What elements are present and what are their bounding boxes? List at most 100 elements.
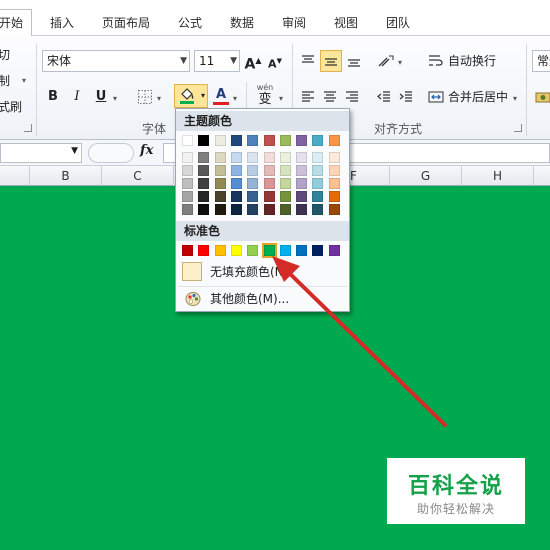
theme-color-swatch[interactable]: [296, 152, 308, 163]
standard-color-swatch[interactable]: [214, 245, 226, 256]
orientation-button[interactable]: [374, 50, 398, 72]
theme-color-swatch[interactable]: [182, 178, 193, 189]
bold-button[interactable]: B: [44, 86, 62, 108]
theme-color-swatch[interactable]: [263, 178, 275, 189]
fill-color-button[interactable]: ▾: [174, 84, 208, 108]
formula-bar-toggle[interactable]: [88, 143, 134, 163]
theme-color-swatch[interactable]: [263, 152, 275, 163]
theme-color-swatch[interactable]: [214, 178, 226, 189]
wrap-text-button[interactable]: 自动换行: [426, 50, 502, 72]
standard-color-swatch[interactable]: [279, 245, 291, 256]
theme-color-swatch[interactable]: [182, 135, 193, 146]
column-header-b[interactable]: B: [30, 166, 102, 186]
cut-button[interactable]: 剪切: [0, 46, 10, 63]
theme-color-swatch[interactable]: [279, 178, 291, 189]
tab-view[interactable]: 视图: [334, 12, 358, 34]
standard-color-swatch[interactable]: [296, 245, 308, 256]
orientation-dropdown-icon[interactable]: ▾: [398, 58, 402, 67]
theme-color-swatch[interactable]: [182, 204, 193, 215]
theme-color-swatch[interactable]: [296, 135, 308, 146]
theme-color-swatch[interactable]: [296, 165, 308, 176]
merge-dropdown-icon[interactable]: ▾: [513, 94, 517, 103]
standard-color-swatch[interactable]: [230, 245, 242, 256]
tab-page-layout[interactable]: 页面布局: [102, 12, 150, 34]
theme-color-swatch[interactable]: [182, 191, 193, 202]
name-box[interactable]: ▼: [0, 143, 82, 163]
theme-color-swatch[interactable]: [247, 165, 259, 176]
font-color-dropdown-icon[interactable]: ▾: [233, 94, 237, 103]
column-header-f[interactable]: F: [350, 166, 390, 186]
theme-color-swatch[interactable]: [279, 191, 291, 202]
standard-color-swatch[interactable]: [328, 245, 340, 256]
theme-color-swatch[interactable]: [263, 135, 275, 146]
tab-formulas[interactable]: 公式: [178, 12, 202, 34]
theme-color-swatch[interactable]: [198, 135, 210, 146]
phonetic-guide-button[interactable]: wén 变: [252, 82, 278, 110]
borders-button[interactable]: [134, 86, 156, 108]
standard-color-swatch[interactable]: [182, 245, 193, 256]
tab-home[interactable]: 开始: [0, 9, 32, 37]
column-header-g[interactable]: G: [390, 166, 462, 186]
underline-dropdown-icon[interactable]: ▾: [113, 94, 117, 103]
phonetic-dropdown-icon[interactable]: ▾: [279, 94, 283, 103]
align-bottom-button[interactable]: [344, 50, 364, 72]
align-right-button[interactable]: [342, 86, 362, 108]
no-fill-menu-item[interactable]: 无填充颜色(N): [178, 260, 347, 284]
copy-button[interactable]: 复制: [0, 72, 10, 89]
underline-button[interactable]: U: [92, 86, 110, 108]
copy-dropdown-icon[interactable]: ▾: [22, 76, 26, 85]
theme-color-swatch[interactable]: [312, 165, 324, 176]
theme-color-swatch[interactable]: [328, 165, 340, 176]
theme-color-swatch[interactable]: [182, 165, 193, 176]
theme-color-swatch[interactable]: [328, 204, 340, 215]
tab-data[interactable]: 数据: [230, 12, 254, 34]
standard-color-swatch[interactable]: [247, 245, 259, 256]
theme-color-swatch[interactable]: [247, 204, 259, 215]
column-header-c[interactable]: C: [102, 166, 174, 186]
theme-color-swatch[interactable]: [247, 135, 259, 146]
theme-color-swatch[interactable]: [328, 135, 340, 146]
align-left-button[interactable]: [298, 86, 318, 108]
insert-function-button[interactable]: fx: [140, 143, 153, 158]
fill-color-dropdown-icon[interactable]: ▾: [201, 85, 205, 107]
theme-color-swatch[interactable]: [296, 204, 308, 215]
font-color-button[interactable]: A: [212, 84, 230, 106]
merge-center-button[interactable]: 合并后居中: [426, 86, 522, 108]
theme-color-swatch[interactable]: [230, 204, 242, 215]
number-format-select[interactable]: 常规: [532, 50, 550, 72]
italic-button[interactable]: I: [68, 86, 86, 108]
borders-dropdown-icon[interactable]: ▾: [157, 94, 161, 103]
theme-color-swatch[interactable]: [182, 152, 193, 163]
theme-color-swatch[interactable]: [263, 165, 275, 176]
theme-color-swatch[interactable]: [230, 178, 242, 189]
theme-color-swatch[interactable]: [296, 178, 308, 189]
theme-color-swatch[interactable]: [214, 165, 226, 176]
currency-button[interactable]: [534, 86, 550, 108]
tab-insert[interactable]: 插入: [50, 12, 74, 34]
theme-color-swatch[interactable]: [214, 191, 226, 202]
theme-color-swatch[interactable]: [263, 204, 275, 215]
theme-color-swatch[interactable]: [230, 152, 242, 163]
standard-color-swatch[interactable]: [198, 245, 210, 256]
theme-color-swatch[interactable]: [279, 165, 291, 176]
standard-color-swatch-selected[interactable]: [261, 243, 277, 258]
alignment-launcher-icon[interactable]: [514, 124, 522, 132]
increase-indent-button[interactable]: [396, 86, 416, 108]
tab-team[interactable]: 团队: [386, 12, 410, 34]
theme-color-swatch[interactable]: [247, 152, 259, 163]
column-header-h[interactable]: H: [462, 166, 534, 186]
theme-color-swatch[interactable]: [198, 191, 210, 202]
theme-color-swatch[interactable]: [312, 178, 324, 189]
theme-color-swatch[interactable]: [230, 191, 242, 202]
theme-color-swatch[interactable]: [198, 165, 210, 176]
theme-color-swatch[interactable]: [279, 152, 291, 163]
theme-color-swatch[interactable]: [296, 191, 308, 202]
column-header-a[interactable]: [0, 166, 30, 186]
shrink-font-button[interactable]: A▼: [266, 50, 284, 72]
theme-color-swatch[interactable]: [214, 135, 226, 146]
theme-color-swatch[interactable]: [312, 191, 324, 202]
align-middle-button[interactable]: [320, 50, 342, 72]
more-colors-menu-item[interactable]: 其他颜色(M)...: [178, 287, 347, 311]
theme-color-swatch[interactable]: [214, 204, 226, 215]
theme-color-swatch[interactable]: [328, 178, 340, 189]
